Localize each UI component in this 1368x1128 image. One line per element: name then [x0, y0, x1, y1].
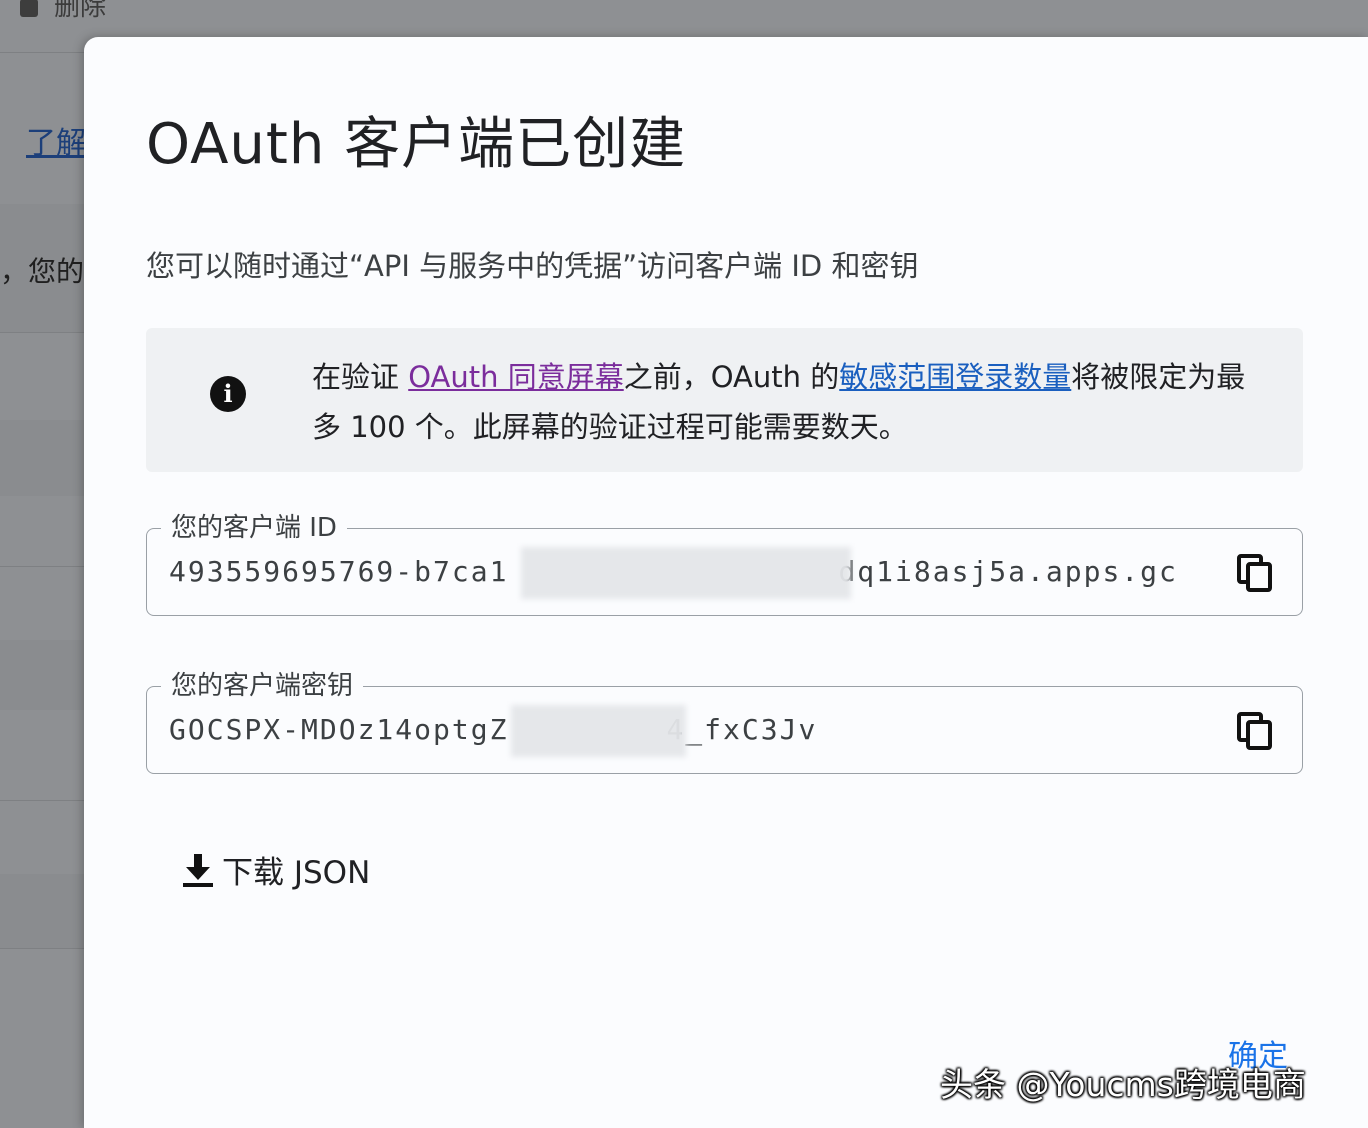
info-text-part: 在验证: [312, 360, 409, 394]
oauth-client-created-dialog: OAuth 客户端已创建 您可以随时通过“API 与服务中的凭据”访问客户端 I…: [84, 37, 1368, 1128]
copy-client-secret-button[interactable]: [1236, 711, 1276, 751]
client-secret-value-start: GOCSPX-MDOz14optgZ: [169, 713, 509, 746]
copy-icon: [1237, 712, 1272, 750]
info-text: 在验证 OAuth 同意屏幕之前，OAuth 的敏感范围登录数量将被限定为最多 …: [312, 352, 1252, 452]
divider: [0, 800, 90, 801]
divider: [0, 332, 90, 333]
background-band: [0, 420, 90, 496]
download-json-button[interactable]: 下载 JSON: [180, 847, 370, 892]
client-id-value-start: 493559695769-b7ca1: [169, 555, 509, 588]
download-json-label: 下载 JSON: [222, 855, 371, 891]
copy-icon: [1237, 554, 1272, 592]
client-id-label: 您的客户端 ID: [161, 507, 347, 544]
client-id-value-end: dq1i8asj5a.apps.gc: [838, 555, 1178, 588]
client-secret-value-end: 4_fxC3Jv: [666, 713, 818, 746]
client-secret-label: 您的客户端密钥: [161, 665, 364, 702]
client-secret-field[interactable]: 您的客户端密钥 GOCSPX-MDOz14optgZ 4_fxC3Jv: [146, 665, 1303, 774]
info-icon: i: [210, 376, 246, 412]
divider: [0, 948, 90, 949]
redaction-blur: [521, 547, 851, 599]
background-top-label: 删除: [54, 0, 107, 22]
redaction-blur: [511, 705, 686, 757]
checkbox-icon: [20, 0, 38, 17]
background-band: [0, 640, 90, 710]
info-banner: i 在验证 OAuth 同意屏幕之前，OAuth 的敏感范围登录数量将被限定为最…: [146, 328, 1303, 472]
info-text-part: 之前，OAuth 的: [623, 360, 840, 394]
sensitive-scopes-link[interactable]: 敏感范围登录数量: [839, 360, 1071, 394]
copy-client-id-button[interactable]: [1236, 553, 1276, 593]
dialog-title: OAuth 客户端已创建: [146, 112, 687, 177]
download-icon: [183, 853, 213, 887]
client-id-field[interactable]: 您的客户端 ID 493559695769-b7ca1 dq1i8asj5a.ap…: [146, 507, 1303, 616]
watermark: 头条 @Youcms跨境电商: [940, 1065, 1306, 1104]
divider: [0, 566, 90, 567]
background-band: [0, 874, 90, 948]
dialog-description: 您可以随时通过“API 与服务中的凭据”访问客户端 ID 和密钥: [146, 249, 919, 283]
background-top-item: 删除: [20, 0, 106, 23]
background-learn-link[interactable]: 了解: [26, 118, 86, 162]
consent-screen-link[interactable]: OAuth 同意屏幕: [408, 360, 624, 394]
background-text: ，您的: [0, 255, 85, 288]
divider: [0, 52, 90, 53]
